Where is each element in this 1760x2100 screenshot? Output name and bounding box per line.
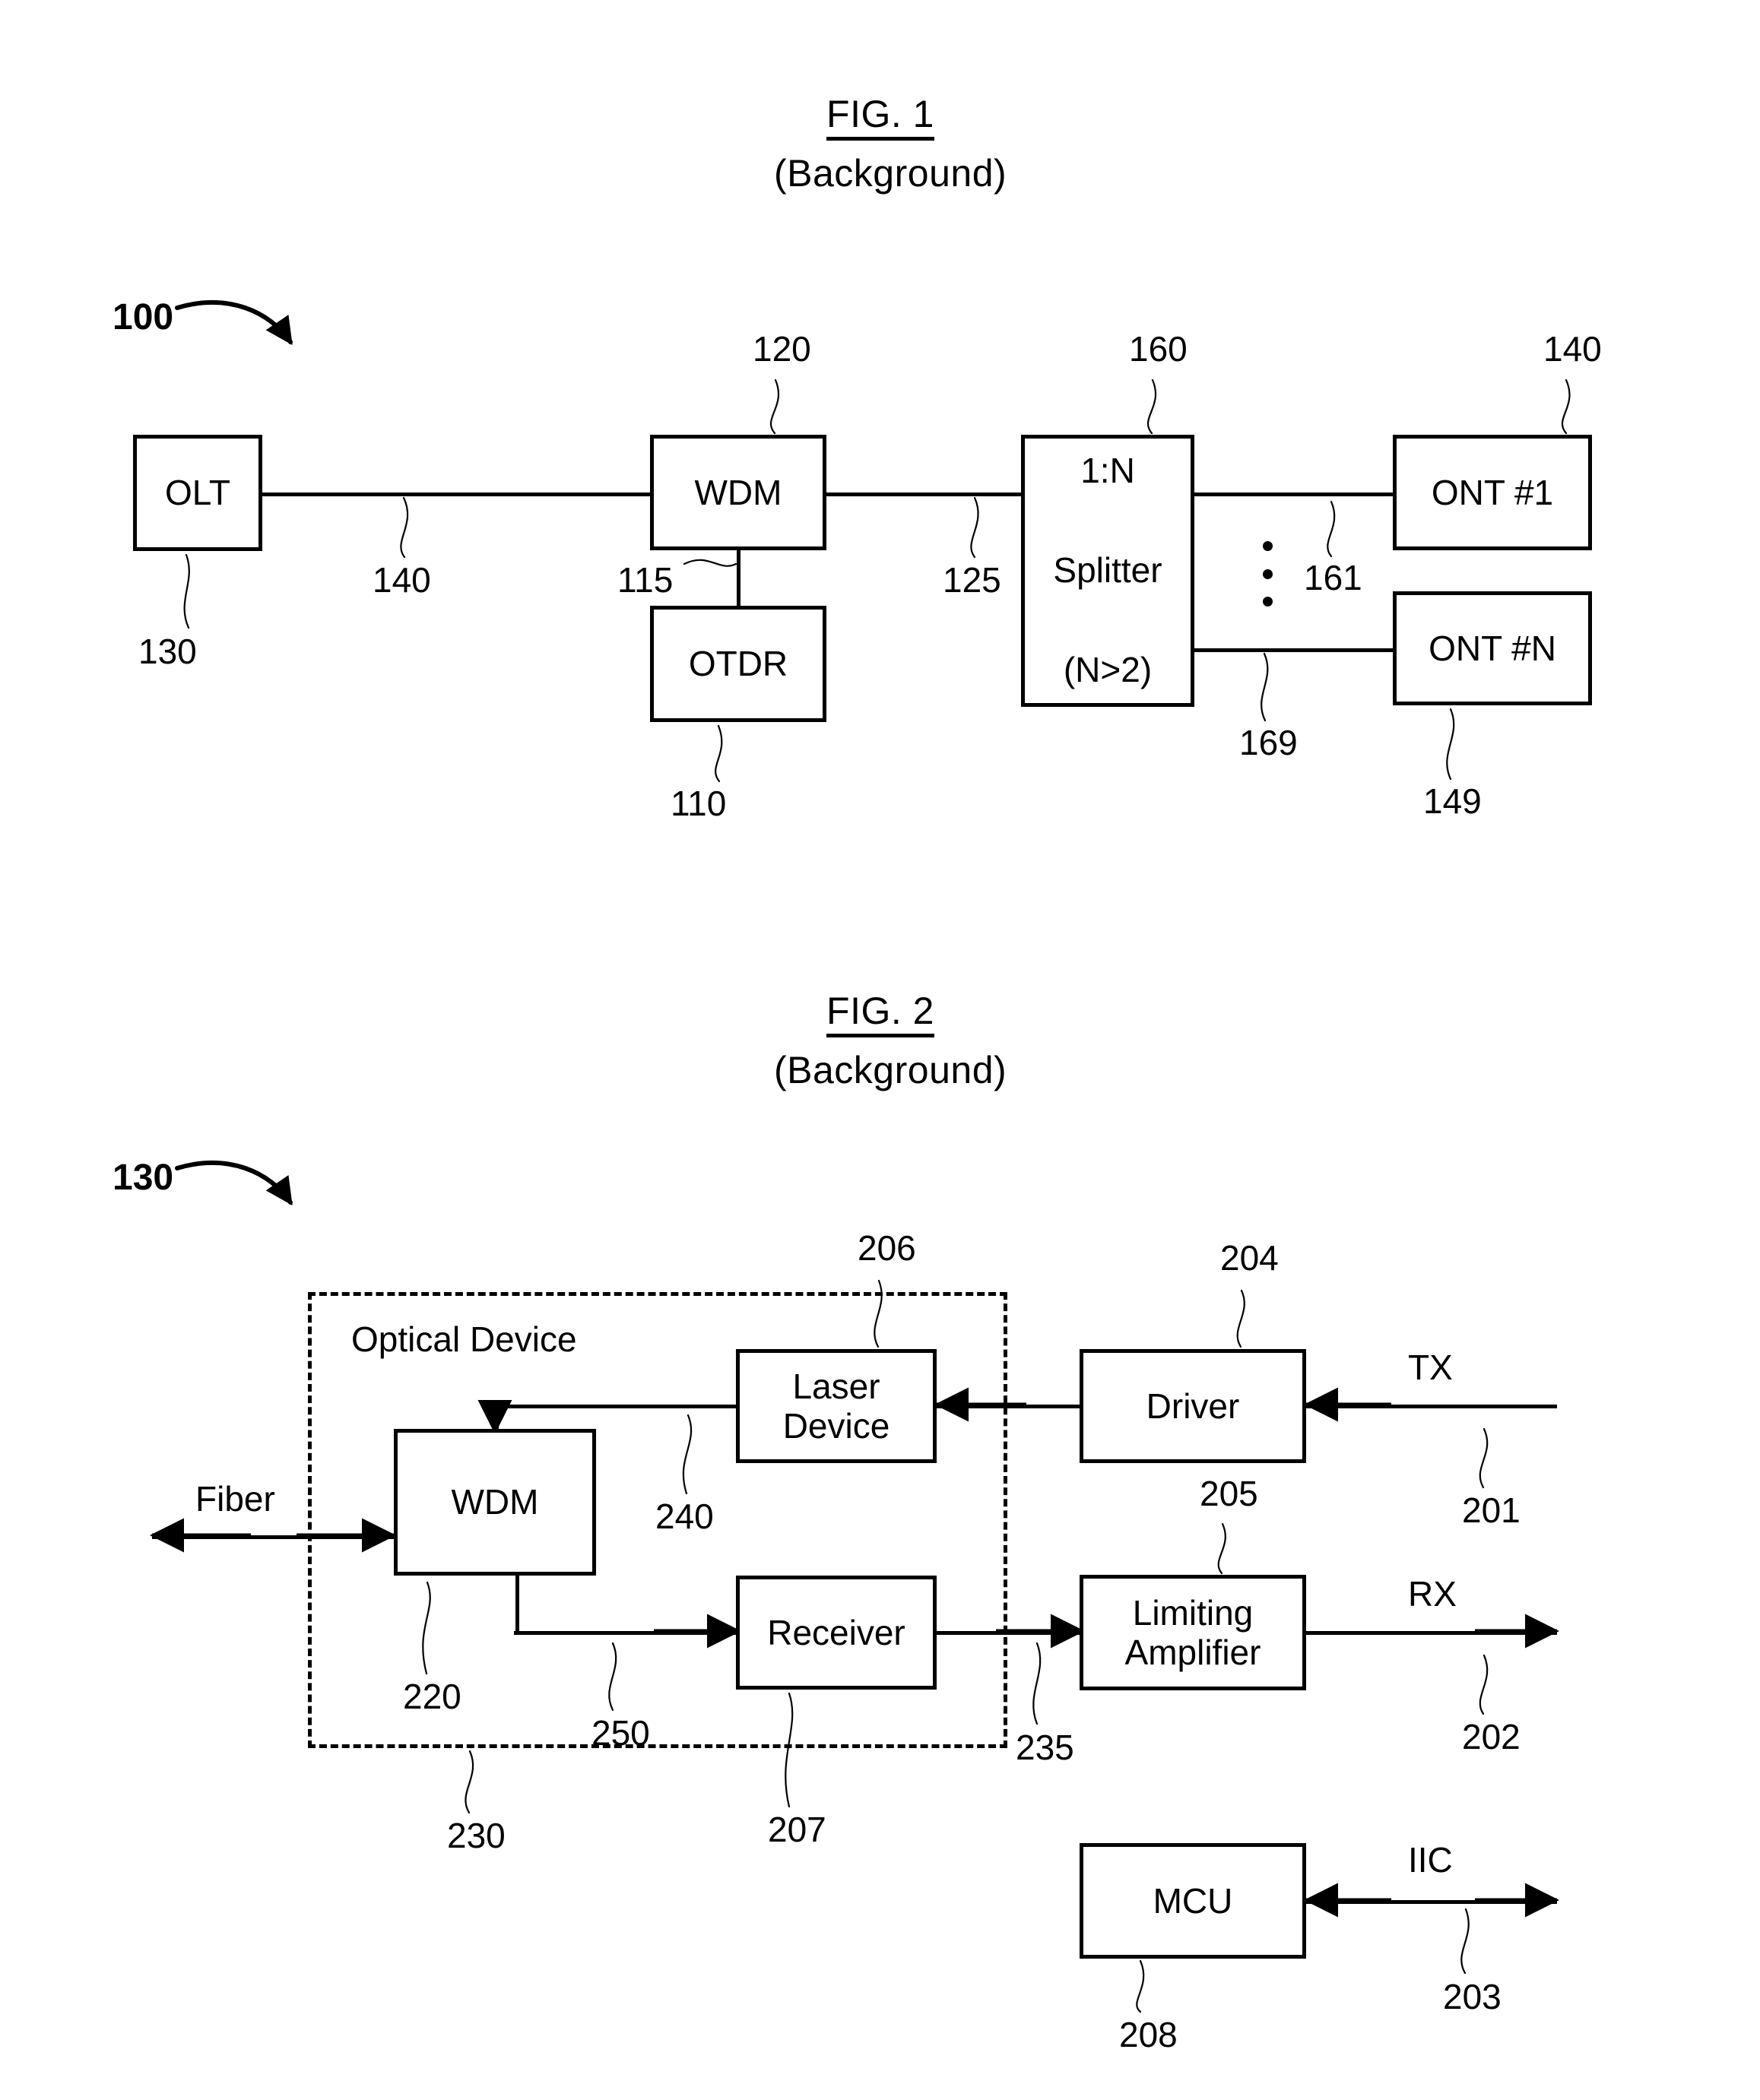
line-fiber xyxy=(152,1535,395,1539)
ref-otdr-link: 115 xyxy=(617,560,674,600)
line-wdm-to-receiver-vert xyxy=(515,1573,519,1633)
line-limamp-to-rx xyxy=(1306,1631,1557,1635)
ref-ont1: 140 xyxy=(1543,329,1602,369)
olt-box: OLT xyxy=(133,435,262,551)
ont-ellipsis-icon xyxy=(1262,541,1273,607)
receiver-label: Receiver xyxy=(767,1612,905,1652)
ref-enclosure: 230 xyxy=(447,1816,506,1855)
iic-label: IIC xyxy=(1408,1840,1453,1880)
splitter-box: 1:N Splitter (N>2) xyxy=(1021,435,1194,707)
optical-device-label: Optical Device xyxy=(351,1319,577,1359)
ref-receiver-link: 250 xyxy=(591,1713,650,1753)
ref-laser-device: 206 xyxy=(858,1228,916,1268)
fiber-label: Fiber xyxy=(195,1479,275,1519)
ref-splitter-link: 125 xyxy=(943,560,1001,600)
line-laser-to-wdm-horz xyxy=(493,1405,737,1408)
fig2-title-block: FIG. 2 (Background) xyxy=(774,992,1007,1091)
mcu-label: MCU xyxy=(1153,1880,1233,1921)
line-wdm-to-receiver-horz xyxy=(514,1631,736,1635)
ont1-box: ONT #1 xyxy=(1393,435,1592,550)
fig2-title: FIG. 2 xyxy=(826,992,934,1037)
ont1-label: ONT #1 xyxy=(1431,472,1554,512)
fig2-system-ref: 130 xyxy=(113,1158,174,1198)
splitter-count-label: (N>2) xyxy=(1063,649,1153,689)
line-laser-to-wdm-vert xyxy=(495,1406,499,1430)
otdr-label: OTDR xyxy=(688,644,788,684)
fig1-title-block: FIG. 1 (Background) xyxy=(774,95,1007,195)
line-splitter-to-ont1 xyxy=(1193,493,1394,496)
line-mcu-iic xyxy=(1306,1900,1557,1904)
line-driver-to-laser xyxy=(937,1405,1081,1408)
ref-otdr: 110 xyxy=(671,784,727,823)
line-tx-to-driver xyxy=(1306,1405,1557,1408)
ref-olt: 130 xyxy=(138,632,197,671)
ref-iic-line: 203 xyxy=(1443,1977,1502,2016)
ref-tx-line: 201 xyxy=(1462,1490,1521,1530)
limiting-amplifier-label-line2: Amplifier xyxy=(1124,1633,1261,1672)
fig1-system-ref: 100 xyxy=(113,297,174,337)
laser-device-label-line1: Laser xyxy=(792,1366,880,1406)
ref-splitter: 160 xyxy=(1129,329,1188,369)
ontn-box: ONT #N xyxy=(1393,591,1592,705)
ref-limamp-link: 235 xyxy=(1016,1728,1074,1767)
limiting-amplifier-box: Limiting Amplifier xyxy=(1080,1575,1306,1690)
driver-box: Driver xyxy=(1080,1349,1306,1463)
laser-device-box: Laser Device xyxy=(736,1349,937,1463)
fig1-title: FIG. 1 xyxy=(826,95,934,141)
line-wdm-to-otdr xyxy=(737,549,740,608)
splitter-name-label: Splitter xyxy=(1053,550,1162,590)
wdm-box-fig1: WDM xyxy=(650,435,826,550)
rx-label: RX xyxy=(1408,1574,1457,1614)
ref-ont-link-bottom: 169 xyxy=(1239,723,1298,762)
fig1-system-arrow xyxy=(175,300,293,345)
ref-wdm-fig2: 220 xyxy=(403,1677,461,1716)
ref-wdm: 120 xyxy=(753,329,811,369)
ref-olt-link: 140 xyxy=(373,560,431,600)
wdm-label-fig2: WDM xyxy=(451,1482,539,1522)
ref-ontn: 149 xyxy=(1423,781,1482,821)
receiver-box: Receiver xyxy=(736,1576,937,1690)
wdm-label-fig1: WDM xyxy=(694,472,782,512)
line-receiver-to-limamp xyxy=(937,1631,1081,1635)
ref-rx-line: 202 xyxy=(1462,1717,1521,1756)
ref-receiver: 207 xyxy=(768,1810,826,1849)
otdr-box: OTDR xyxy=(650,606,826,722)
ontn-label: ONT #N xyxy=(1429,628,1556,668)
fig2-system-arrow xyxy=(175,1161,293,1205)
ref-laser-link: 240 xyxy=(655,1497,714,1536)
ref-driver: 204 xyxy=(1220,1238,1279,1278)
tx-label: TX xyxy=(1408,1348,1453,1387)
patent-figure-sheet: FIG. 1 (Background) 100 OLT WDM OTDR 1:N… xyxy=(0,0,1760,2100)
line-olt-to-wdm xyxy=(261,493,652,496)
ref-mcu: 208 xyxy=(1119,2015,1178,2054)
line-wdm-to-splitter xyxy=(825,493,1023,496)
line-splitter-to-ontn xyxy=(1193,648,1394,652)
ref-ont-link-top: 161 xyxy=(1304,558,1362,597)
ref-limiting-amplifier: 205 xyxy=(1200,1474,1258,1513)
mcu-box: MCU xyxy=(1080,1843,1306,1959)
driver-label: Driver xyxy=(1146,1386,1240,1426)
splitter-ratio-label: 1:N xyxy=(1080,451,1135,490)
wdm-box-fig2: WDM xyxy=(394,1429,596,1576)
olt-label: OLT xyxy=(164,473,231,513)
fig1-subtitle: (Background) xyxy=(774,152,1007,195)
fig2-subtitle: (Background) xyxy=(774,1049,1007,1091)
limiting-amplifier-label-line1: Limiting xyxy=(1132,1592,1254,1633)
laser-device-label-line2: Device xyxy=(782,1406,890,1446)
